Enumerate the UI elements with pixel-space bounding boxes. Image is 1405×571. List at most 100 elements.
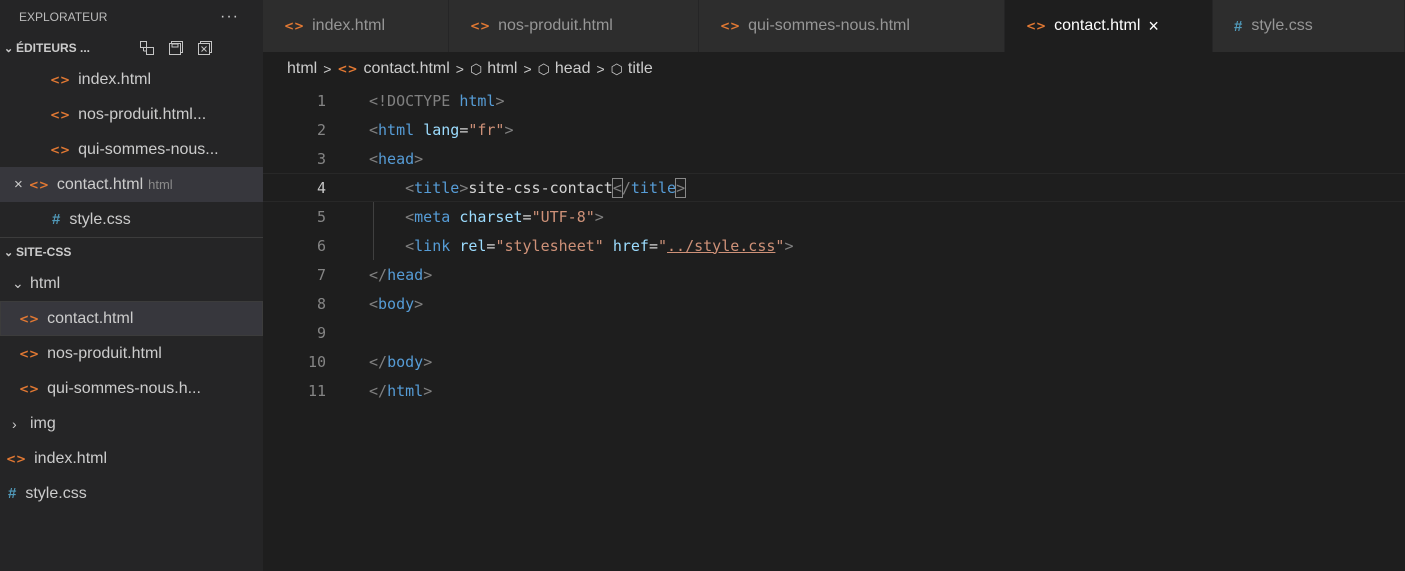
code-line[interactable]: 8 <body> — [263, 289, 1405, 318]
html-icon: <> — [1026, 19, 1047, 33]
html-icon: <> — [28, 177, 49, 192]
open-editor-label: contact.html — [56, 175, 144, 193]
file-style-css[interactable]: # style.css — [0, 476, 263, 511]
save-all-icon[interactable] — [168, 40, 184, 56]
breadcrumb-item[interactable]: head — [555, 60, 591, 78]
code-text: <head> — [369, 149, 424, 168]
project-section[interactable]: ⌄ SITE-CSS — [0, 238, 263, 266]
open-editor-item[interactable]: <> qui-sommes-nous... — [0, 132, 263, 167]
file-nos-produit-html[interactable]: <> nos-produit.html — [0, 336, 263, 371]
file-label: contact.html — [47, 309, 134, 327]
chevron-right-icon: > — [523, 61, 532, 77]
code-line[interactable]: 11 </html> — [263, 376, 1405, 405]
tab-contact-html[interactable]: <> contact.html × — [1005, 0, 1213, 52]
folder-label: html — [30, 274, 61, 292]
tab-label: style.css — [1251, 17, 1313, 34]
code-text: <meta charset="UTF-8"> — [405, 207, 604, 226]
line-number: 4 — [316, 178, 326, 197]
code-editor[interactable]: 1 <!DOCTYPE html> 2 <html lang="fr"> 3 <… — [263, 86, 1405, 571]
css-icon: # — [1234, 17, 1243, 35]
project-label: SITE-CSS — [16, 245, 72, 259]
code-text: <html lang="fr"> — [369, 120, 514, 139]
html-icon: <> — [19, 381, 40, 396]
breadcrumb-item[interactable]: title — [628, 60, 653, 78]
folder-label: img — [30, 414, 56, 432]
html-icon: <> — [19, 311, 40, 326]
tab-style-css[interactable]: # style.css — [1213, 0, 1405, 52]
tab-qui-sommes-nous-html[interactable]: <> qui-sommes-nous.html — [699, 0, 1005, 52]
file-label: qui-sommes-nous.h... — [47, 379, 201, 397]
file-label: index.html — [34, 449, 108, 467]
close-all-icon[interactable] — [197, 40, 213, 56]
folder-img[interactable]: › img — [0, 406, 263, 441]
line-number: 1 — [316, 91, 326, 110]
chevron-right-icon: > — [596, 61, 605, 77]
code-line[interactable]: 9 — [263, 318, 1405, 347]
tab-label: nos-produit.html — [498, 17, 613, 34]
tab-label: qui-sommes-nous.html — [748, 17, 910, 34]
tab-nos-produit-html[interactable]: <> nos-produit.html — [449, 0, 699, 52]
code-line[interactable]: 10 </body> — [263, 347, 1405, 376]
open-editor-item[interactable]: <> nos-produit.html... — [0, 97, 263, 132]
open-editor-item[interactable]: # style.css — [0, 202, 263, 237]
chevron-down-icon: ⌄ — [12, 275, 24, 291]
more-actions-icon[interactable]: ··· — [220, 8, 239, 26]
breadcrumb-item[interactable]: html — [287, 60, 317, 78]
code-text: <link rel="stylesheet" href="../style.cs… — [405, 236, 794, 255]
open-editor-label: qui-sommes-nous... — [78, 140, 219, 158]
code-text: </html> — [369, 381, 433, 400]
file-contact-html[interactable]: <> contact.html — [0, 301, 263, 336]
symbol-element-icon: ⬡ — [537, 60, 550, 77]
html-icon: <> — [720, 19, 741, 33]
tab-label: index.html — [312, 17, 386, 34]
line-number: 3 — [316, 149, 326, 168]
code-line[interactable]: 7 </head> — [263, 260, 1405, 289]
code-text: <body> — [369, 294, 424, 313]
html-icon: <> — [50, 142, 71, 157]
open-editor-item[interactable]: <> index.html — [0, 62, 263, 97]
open-editor-description: html — [148, 177, 173, 192]
explorer-sidebar: EXPLORATEUR ··· ⌄ ÉDITEURS ... <> index.… — [0, 0, 263, 571]
line-number: 6 — [316, 236, 326, 255]
html-icon: <> — [6, 451, 27, 466]
open-editor-label: style.css — [69, 210, 131, 228]
open-editors-section[interactable]: ⌄ ÉDITEURS ... — [0, 34, 263, 62]
editor-tabs: <> index.html <> nos-produit.html <> qui… — [263, 0, 1405, 52]
line-number: 11 — [307, 381, 326, 400]
breadcrumb-item[interactable]: html — [487, 60, 517, 78]
line-number: 10 — [307, 352, 326, 371]
html-icon: <> — [284, 19, 305, 33]
code-line[interactable]: 6 <link rel="stylesheet" href="../style.… — [263, 231, 1405, 260]
code-line[interactable]: 1 <!DOCTYPE html> — [263, 86, 1405, 115]
html-icon: <> — [470, 19, 491, 33]
code-line[interactable]: 5 <meta charset="UTF-8"> — [263, 202, 1405, 231]
breadcrumb-item[interactable]: contact.html — [364, 60, 450, 78]
explorer-title: EXPLORATEUR — [19, 10, 108, 24]
tab-index-html[interactable]: <> index.html — [263, 0, 449, 52]
folder-html[interactable]: ⌄ html — [0, 266, 263, 301]
line-number: 7 — [316, 265, 326, 284]
new-untitled-icon[interactable] — [139, 40, 155, 56]
open-editor-item-active[interactable]: × <> contact.html html — [0, 167, 263, 202]
open-editor-label: nos-produit.html... — [78, 105, 207, 123]
line-number: 5 — [316, 207, 326, 226]
breadcrumb: html > <> contact.html > ⬡ html > ⬡ head… — [263, 52, 1405, 86]
html-icon: <> — [50, 107, 71, 122]
code-text: <!DOCTYPE html> — [369, 91, 505, 110]
close-icon[interactable]: × — [14, 176, 23, 193]
file-qui-sommes-nous-html[interactable]: <> qui-sommes-nous.h... — [0, 371, 263, 406]
html-icon: <> — [337, 62, 358, 76]
file-index-html[interactable]: <> index.html — [0, 441, 263, 476]
code-line[interactable]: 3 <head> — [263, 144, 1405, 173]
css-icon: # — [52, 211, 61, 228]
line-number: 2 — [316, 120, 326, 139]
css-icon: # — [8, 485, 17, 502]
html-icon: <> — [19, 346, 40, 361]
code-line[interactable]: 2 <html lang="fr"> — [263, 115, 1405, 144]
code-line-current[interactable]: 4 <title>site-css-contact</title> — [263, 173, 1405, 202]
code-text: </head> — [369, 265, 433, 284]
file-label: nos-produit.html — [47, 344, 162, 362]
symbol-element-icon: ⬡ — [610, 60, 623, 77]
close-icon[interactable]: × — [1148, 16, 1159, 37]
chevron-down-icon: ⌄ — [4, 42, 14, 55]
